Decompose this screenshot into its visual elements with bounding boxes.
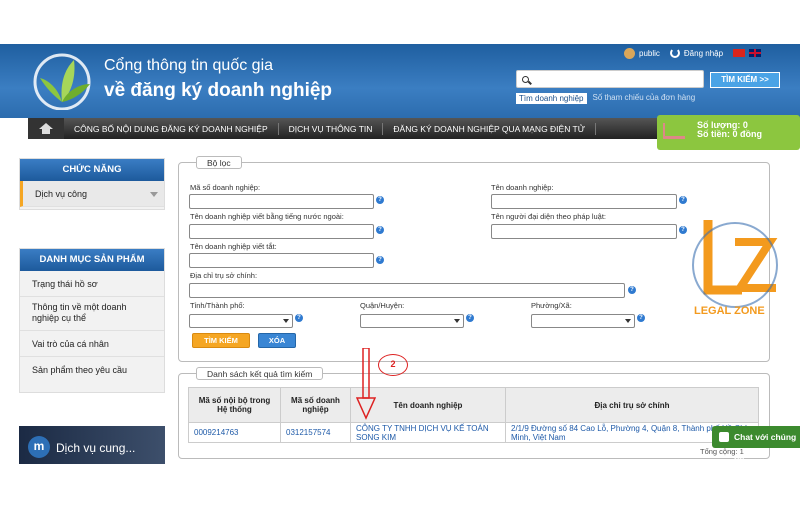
cart-icon — [663, 123, 685, 139]
portal-title-line1: Cổng thông tin quốc gia — [104, 57, 274, 74]
products-title: DANH MỤC SẢN PHẨM — [20, 249, 164, 271]
help-icon[interactable]: ? — [295, 314, 303, 322]
district-label: Quận/Huyện: — [360, 301, 405, 310]
cart-amount: Số tiền: 0 đồng — [697, 129, 762, 139]
nav-item-publish[interactable]: CÔNG BỐ NỘI DUNG ĐĂNG KÝ DOANH NGHIỆP — [64, 122, 279, 135]
top-margin — [0, 0, 800, 44]
watermark-text: LEGAL ZONE — [694, 305, 765, 317]
column-header-address: Địa chỉ trụ sở chính — [505, 387, 759, 423]
column-header-enterprise-code: Mã số doanh nghiệp — [280, 387, 351, 423]
table-header-row: Mã số nội bộ trong Hệ thống Mã số doanh … — [188, 387, 759, 423]
table-row[interactable]: 0009214763 0312157574 CÔNG TY TNHH DỊCH … — [188, 422, 759, 443]
search-input[interactable] — [533, 74, 703, 84]
nav-item-online-registration[interactable]: ĐĂNG KÝ DOANH NGHIỆP QUA MẠNG ĐIỆN TỬ — [383, 122, 597, 135]
sidebar-item-personal-role[interactable]: Vai trò của cá nhân — [20, 331, 164, 357]
enterprise-code-label: Mã số doanh nghiệp: — [190, 183, 261, 192]
video-thumbnail[interactable]: m Dịch vụ cung... — [19, 426, 165, 464]
cart-summary[interactable]: Số lượng: 0 Số tiền: 0 đồng — [657, 115, 800, 150]
sidebar-item-enterprise-info[interactable]: Thông tin về một doanh nghiệp cụ thể — [20, 297, 164, 331]
help-icon[interactable]: ? — [679, 226, 687, 234]
user-bar: public Đăng nhập — [624, 46, 790, 60]
short-name-input[interactable] — [189, 253, 374, 268]
legal-rep-input[interactable] — [491, 224, 677, 239]
red-arrow-annotation-icon — [356, 348, 376, 420]
nav-item-info-services[interactable]: DỊCH VỤ THÔNG TIN — [279, 122, 384, 135]
search-tabs: Tìm doanh nghiệp Số tham chiếu của đơn h… — [516, 93, 695, 104]
login-link[interactable]: Đăng nhập — [684, 49, 723, 58]
products-panel: DANH MỤC SẢN PHẨM Trạng thái hồ sơ Thông… — [19, 248, 165, 393]
user-icon — [624, 47, 635, 59]
functions-panel: CHỨC NĂNG Dịch vụ công — [19, 158, 165, 210]
legal-zone-watermark-logo: LEGAL ZONE — [692, 220, 778, 317]
help-icon[interactable]: ? — [628, 286, 636, 294]
tab-find-enterprise[interactable]: Tìm doanh nghiệp — [516, 93, 587, 104]
power-icon[interactable] — [669, 48, 680, 58]
cell-enterprise-name[interactable]: CÔNG TY TNHH DỊCH VỤ KẾ TOÁN SONG KIM — [350, 422, 506, 443]
enterprise-code-input[interactable] — [189, 194, 374, 209]
bottom-margin — [0, 464, 800, 508]
portal-logo-icon — [33, 53, 91, 110]
cell-internal-id[interactable]: 0009214763 — [188, 422, 281, 443]
address-label: Địa chỉ trụ sở chính: — [190, 271, 258, 280]
portal-title-line2: về đăng ký doanh nghiệp — [104, 80, 333, 101]
column-header-internal-id: Mã số nội bộ trong Hệ thống — [188, 387, 281, 423]
help-icon[interactable]: ? — [376, 226, 384, 234]
help-icon[interactable]: ? — [376, 196, 384, 204]
help-icon[interactable]: ? — [466, 314, 474, 322]
address-input[interactable] — [189, 283, 625, 298]
clear-button[interactable]: XÓA — [258, 333, 296, 348]
tab-order-reference[interactable]: Số tham chiếu của đơn hàng — [593, 93, 696, 104]
filter-legend: Bộ lọc — [196, 156, 242, 169]
legal-rep-label: Tên người đại diện theo pháp luật: — [491, 212, 607, 221]
ward-select[interactable] — [531, 314, 635, 328]
home-icon — [39, 123, 53, 134]
step-number-badge: 2 — [378, 354, 408, 376]
sidebar-item-record-status[interactable]: Trạng thái hồ sơ — [20, 271, 164, 297]
functions-title: CHỨC NĂNG — [20, 159, 164, 181]
channel-avatar: m — [28, 436, 50, 458]
search-submit-button[interactable]: TÌM KIẾM — [192, 333, 250, 348]
chevron-down-icon — [150, 192, 158, 197]
short-name-label: Tên doanh nghiệp viết tắt: — [190, 242, 277, 251]
district-select[interactable] — [360, 314, 464, 328]
sidebar-item-label: Dịch vụ công — [35, 189, 88, 199]
cell-enterprise-code[interactable]: 0312157574 — [280, 422, 351, 443]
results-table: Mã số nội bộ trong Hệ thống Mã số doanh … — [188, 387, 759, 443]
results-legend: Danh sách kết quả tìm kiếm — [196, 367, 324, 380]
vietnam-flag-icon[interactable] — [733, 49, 746, 57]
chat-button[interactable]: Chat với chúng tôi — [712, 426, 800, 464]
help-icon[interactable]: ? — [376, 256, 384, 264]
uk-flag-icon[interactable] — [749, 49, 762, 57]
ward-label: Phường/Xã: — [531, 301, 572, 310]
sidebar-item-custom-products[interactable]: Sản phẩm theo yêu cầu — [20, 357, 164, 383]
province-label: Tỉnh/Thành phố: — [190, 301, 245, 310]
enterprise-name-label: Tên doanh nghiệp: — [491, 183, 554, 192]
foreign-name-input[interactable] — [189, 224, 374, 239]
username[interactable]: public — [639, 49, 660, 58]
video-title: Dịch vụ cung... — [56, 441, 136, 455]
enterprise-name-input[interactable] — [491, 194, 677, 209]
help-icon[interactable]: ? — [637, 314, 645, 322]
search-button[interactable]: TÌM KIẾM >> — [710, 72, 780, 88]
search-icon — [522, 75, 529, 83]
home-button[interactable] — [28, 118, 64, 139]
foreign-name-label: Tên doanh nghiệp viết bằng tiếng nước ng… — [190, 212, 344, 221]
sidebar-item-public-service[interactable]: Dịch vụ công — [20, 181, 164, 207]
help-icon[interactable]: ? — [679, 196, 687, 204]
search-field[interactable] — [516, 70, 704, 88]
province-select[interactable] — [189, 314, 293, 328]
